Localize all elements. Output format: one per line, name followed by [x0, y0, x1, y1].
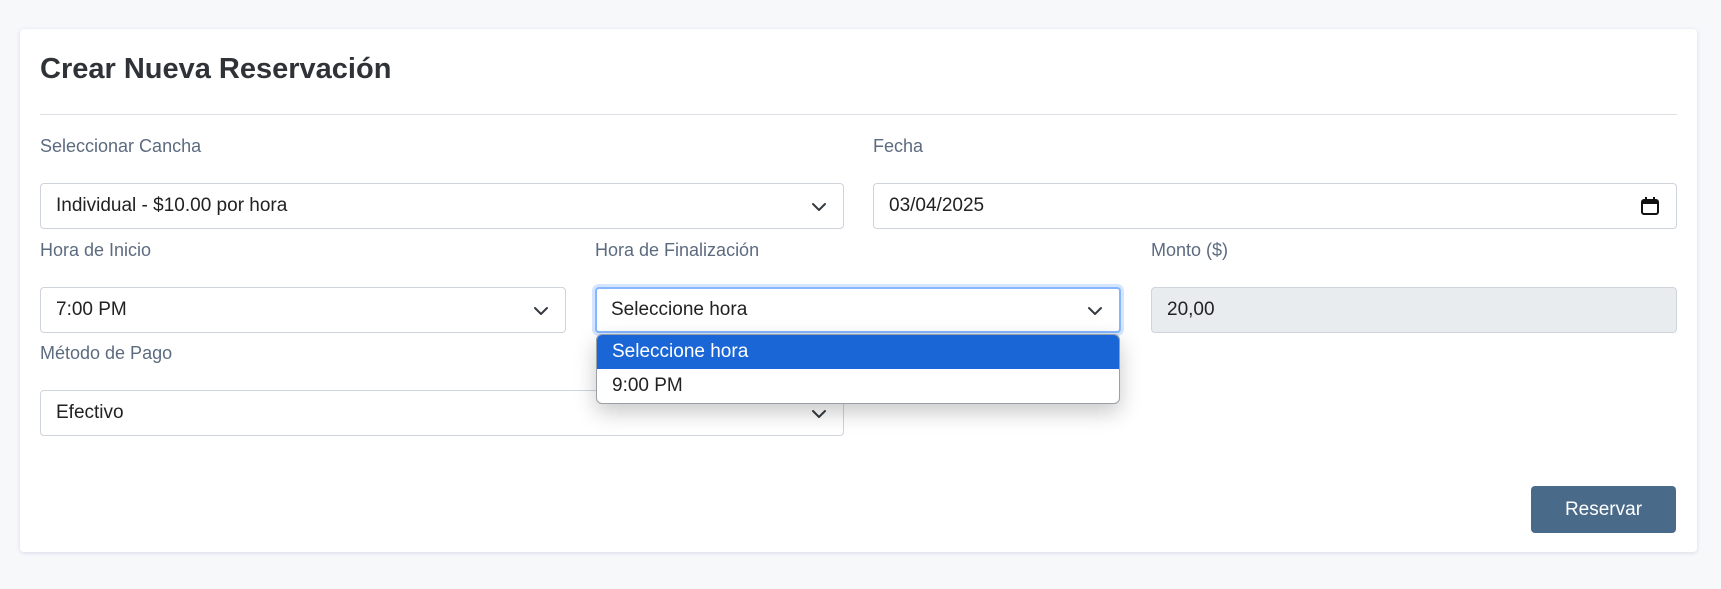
reservation-form-card: Crear Nueva Reservación Seleccionar Canc…: [20, 29, 1697, 552]
reserve-button[interactable]: Reservar: [1531, 486, 1676, 533]
court-select[interactable]: Individual - $10.00 por hora: [40, 183, 844, 229]
start-time-label: Hora de Inicio: [40, 240, 152, 260]
date-input-value: 03/04/2025: [889, 195, 985, 216]
chevron-down-icon: [534, 307, 548, 315]
date-input[interactable]: 03/04/2025: [873, 183, 1677, 229]
title-divider: [40, 114, 1677, 115]
date-label: Fecha: [873, 136, 924, 156]
amount-label: Monto ($): [1151, 240, 1229, 260]
end-time-dropdown: Seleccione hora 9:00 PM: [596, 334, 1120, 404]
court-select-value: Individual - $10.00 por hora: [56, 195, 288, 216]
end-time-select[interactable]: Seleccione hora: [595, 287, 1121, 333]
chevron-down-icon: [812, 203, 826, 211]
end-time-select-value: Seleccione hora: [611, 299, 748, 320]
amount-input-value: 20,00: [1167, 299, 1215, 320]
chevron-down-icon: [1088, 307, 1102, 315]
dropdown-option[interactable]: Seleccione hora: [597, 335, 1119, 369]
dropdown-option[interactable]: 9:00 PM: [597, 369, 1119, 403]
start-time-select[interactable]: 7:00 PM: [40, 287, 566, 333]
start-time-select-value: 7:00 PM: [56, 299, 127, 320]
page-title: Crear Nueva Reservación: [40, 53, 392, 85]
payment-method-label: Método de Pago: [40, 343, 173, 363]
payment-method-select-value: Efectivo: [56, 402, 124, 423]
court-label: Seleccionar Cancha: [40, 136, 202, 156]
end-time-label: Hora de Finalización: [595, 240, 760, 260]
amount-input: 20,00: [1151, 287, 1677, 333]
calendar-icon[interactable]: [1640, 196, 1660, 216]
chevron-down-icon: [812, 410, 826, 418]
